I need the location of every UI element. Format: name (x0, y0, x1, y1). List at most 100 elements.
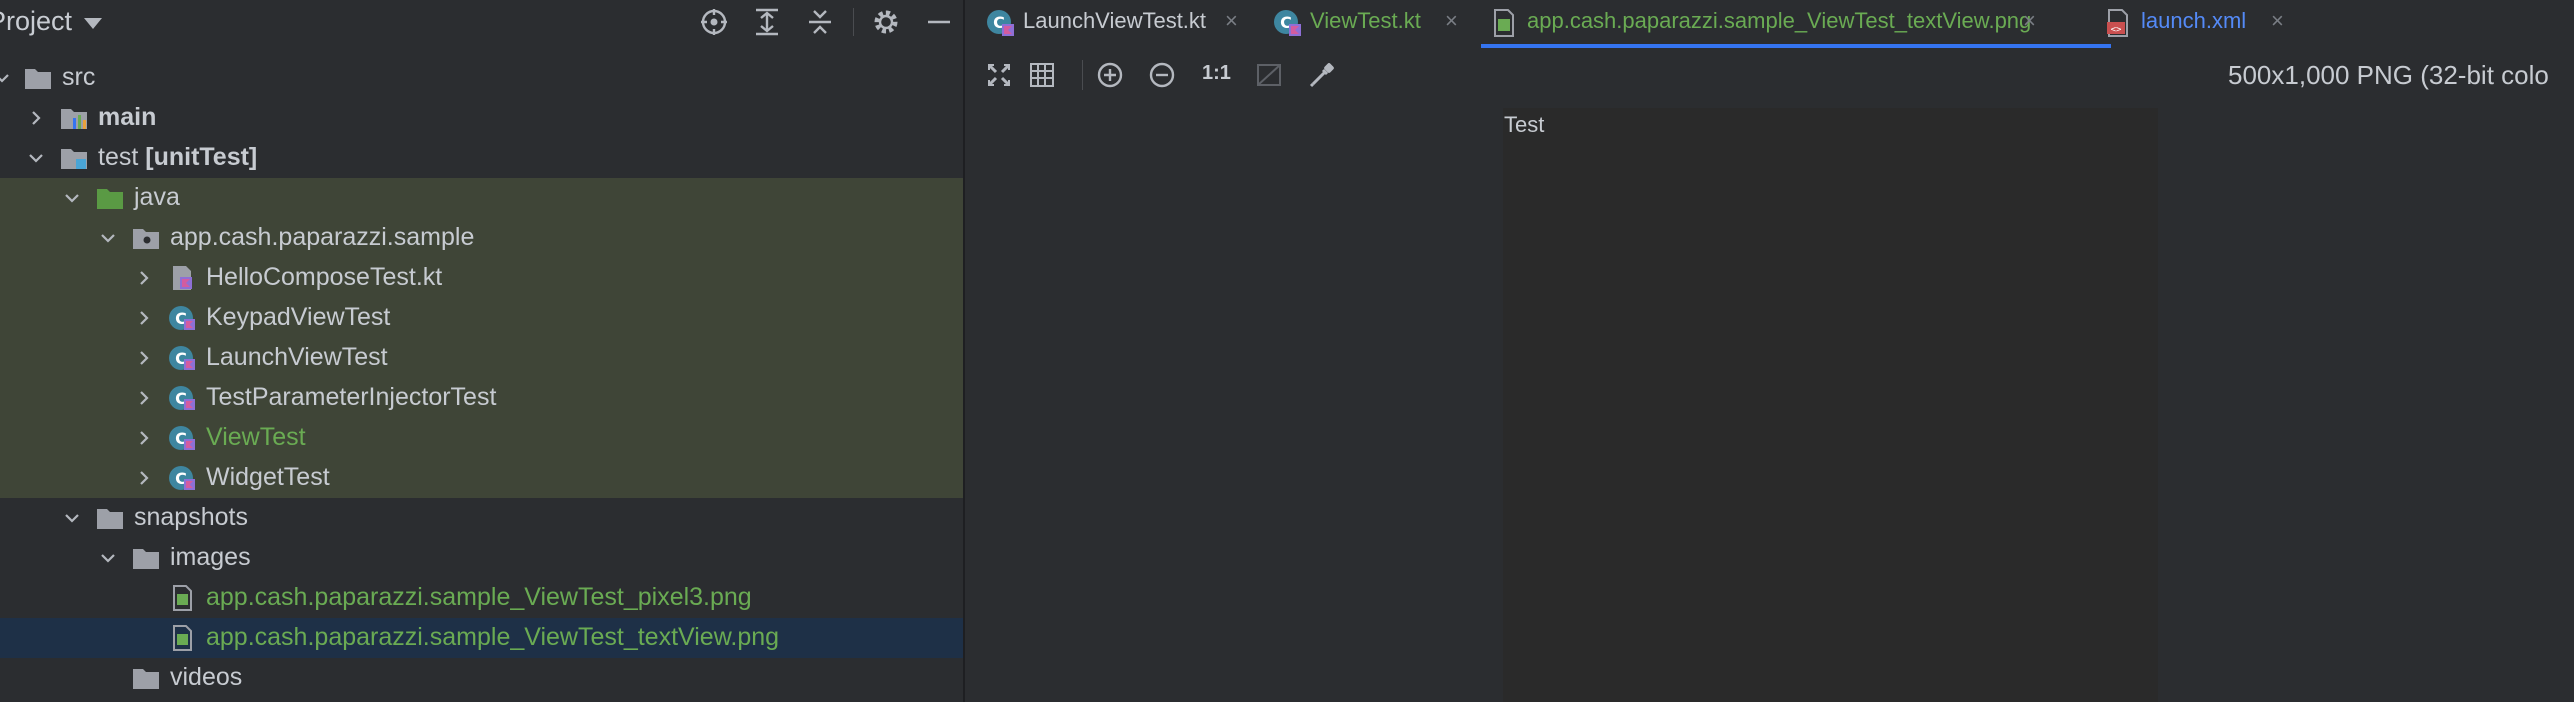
tree-item-label: ViewTest (206, 423, 306, 451)
close-icon[interactable]: × (1445, 8, 1458, 34)
kotlin-class-icon: C (1272, 8, 1302, 38)
chevron-right-icon[interactable] (134, 348, 154, 368)
tree-item-label: src (62, 63, 96, 91)
tree-item-label: images (170, 543, 251, 571)
kotlin-class-icon: C (168, 425, 196, 451)
tree-row-java[interactable]: java (0, 178, 964, 218)
project-panel: Project src (0, 0, 964, 702)
tree-row-package[interactable]: app.cash.paparazzi.sample (0, 218, 964, 258)
preview-text: Test (1504, 112, 1545, 137)
actual-size-button[interactable]: 1:1 (1202, 62, 1231, 85)
active-tab-indicator (1481, 44, 2111, 48)
chevron-down-icon[interactable] (84, 18, 102, 29)
folder-icon (24, 65, 52, 91)
tree-row-src[interactable]: src (0, 58, 964, 98)
chevron-down-icon[interactable] (0, 68, 12, 88)
color-picker-icon[interactable] (1307, 60, 1337, 90)
close-icon[interactable]: × (1225, 8, 1238, 34)
tree-item-label: WidgetTest (206, 463, 330, 491)
tree-item-label: LaunchViewTest (206, 343, 388, 371)
image-file-icon (168, 585, 196, 611)
project-view-title[interactable]: Project (0, 6, 72, 37)
svg-text:<>: <> (2111, 25, 2122, 35)
tree-row-test[interactable]: test [unitTest] (0, 138, 964, 178)
kotlin-class-icon: C (168, 385, 196, 411)
tree-row-keypad-view-test[interactable]: C KeypadViewTest (0, 298, 964, 338)
zoom-in-icon[interactable] (1095, 60, 1125, 90)
chevron-right-icon[interactable] (134, 428, 154, 448)
grid-icon[interactable] (1027, 60, 1057, 90)
tree-item-label: HelloComposeTest.kt (206, 263, 443, 291)
chevron-right-icon[interactable] (26, 108, 46, 128)
tree-row-pixel3-png[interactable]: app.cash.paparazzi.sample_ViewTest_pixel… (0, 578, 964, 618)
collapse-all-icon[interactable] (804, 6, 836, 38)
close-icon[interactable]: × (2023, 8, 2036, 34)
fit-to-window-icon[interactable] (984, 60, 1014, 90)
chevron-down-icon[interactable] (26, 148, 46, 168)
xml-file-icon: <> (2103, 8, 2133, 38)
tree-item-label: snapshots (134, 503, 248, 531)
source-set-tag: [unitTest] (145, 143, 258, 171)
package-icon (132, 225, 160, 251)
image-info-label: 500x1,000 PNG (32-bit colo (2228, 60, 2549, 90)
tree-row-textview-png[interactable]: app.cash.paparazzi.sample_ViewTest_textV… (0, 618, 964, 658)
locate-icon[interactable] (698, 6, 730, 38)
tab-view-test[interactable]: C ViewTest.kt × (1272, 0, 1472, 48)
kotlin-file-icon (168, 265, 196, 291)
tree-row-launch-view-test[interactable]: C LaunchViewTest (0, 338, 964, 378)
test-folder-name: test (98, 143, 139, 171)
tab-launch-xml[interactable]: <> launch.xml × (2103, 0, 2293, 48)
chevron-down-icon[interactable] (62, 508, 82, 528)
tree-row-videos[interactable]: videos (0, 658, 964, 698)
tree-item-label: videos (170, 663, 243, 691)
image-file-icon (168, 625, 196, 651)
chevron-right-icon[interactable] (134, 308, 154, 328)
tree-item-label: app.cash.paparazzi.sample_ViewTest_pixel… (206, 583, 752, 611)
tab-label: ViewTest.kt (1310, 8, 1421, 33)
tree-row-widget-test[interactable]: C WidgetTest (0, 458, 964, 498)
background-toggle-icon[interactable] (1254, 60, 1284, 90)
editor-tab-bar: C LaunchViewTest.kt × C ViewTest.kt × ap… (965, 0, 2574, 48)
tree-row-main[interactable]: main (0, 98, 964, 138)
tree-item-label: TestParameterInjectorTest (206, 383, 497, 411)
chevron-right-icon[interactable] (134, 388, 154, 408)
expand-all-icon[interactable] (751, 6, 783, 38)
chevron-right-icon[interactable] (134, 268, 154, 288)
ide-window: Project src (0, 0, 2574, 702)
tree-item-label: main (98, 103, 157, 131)
tab-label: LaunchViewTest.kt (1023, 8, 1207, 33)
zoom-out-icon[interactable] (1147, 60, 1177, 90)
tree-row-images[interactable]: images (0, 538, 964, 578)
tab-launch-view-test[interactable]: C LaunchViewTest.kt × (985, 0, 1245, 48)
test-folder-icon (60, 145, 88, 171)
project-panel-header: Project (0, 0, 964, 45)
chevron-down-icon[interactable] (98, 228, 118, 248)
tree-row-snapshots[interactable]: snapshots (0, 498, 964, 538)
tree-row-test-parameter-injector-test[interactable]: C TestParameterInjectorTest (0, 378, 964, 418)
tree-item-label: java (134, 183, 180, 211)
tree-item-label: KeypadViewTest (206, 303, 391, 331)
tab-textview-png[interactable]: app.cash.paparazzi.sample_ViewTest_textV… (1481, 0, 2111, 48)
tab-label: launch.xml (2141, 8, 2247, 33)
toolbar-separator (1082, 60, 1083, 90)
folder-icon (132, 665, 160, 691)
chevron-down-icon[interactable] (98, 548, 118, 568)
gear-icon[interactable] (870, 6, 902, 38)
tree-item-label: test [unitTest] (98, 143, 257, 172)
tree-row-view-test[interactable]: C ViewTest (0, 418, 964, 458)
chevron-down-icon[interactable] (62, 188, 82, 208)
image-file-icon (1489, 8, 1519, 38)
tree-row-hello-compose-test[interactable]: HelloComposeTest.kt (0, 258, 964, 298)
kotlin-class-icon: C (168, 345, 196, 371)
header-separator (853, 8, 854, 36)
kotlin-class-icon: C (168, 465, 196, 491)
image-preview[interactable] (1503, 108, 2158, 702)
chevron-right-icon[interactable] (134, 468, 154, 488)
tree-item-label: app.cash.paparazzi.sample_ViewTest_textV… (206, 623, 780, 651)
minimize-icon[interactable] (923, 6, 955, 38)
module-folder-icon (60, 105, 88, 131)
kotlin-class-icon: C (168, 305, 196, 331)
close-icon[interactable]: × (2271, 8, 2284, 34)
folder-icon (96, 505, 124, 531)
green-folder-icon (96, 185, 124, 211)
